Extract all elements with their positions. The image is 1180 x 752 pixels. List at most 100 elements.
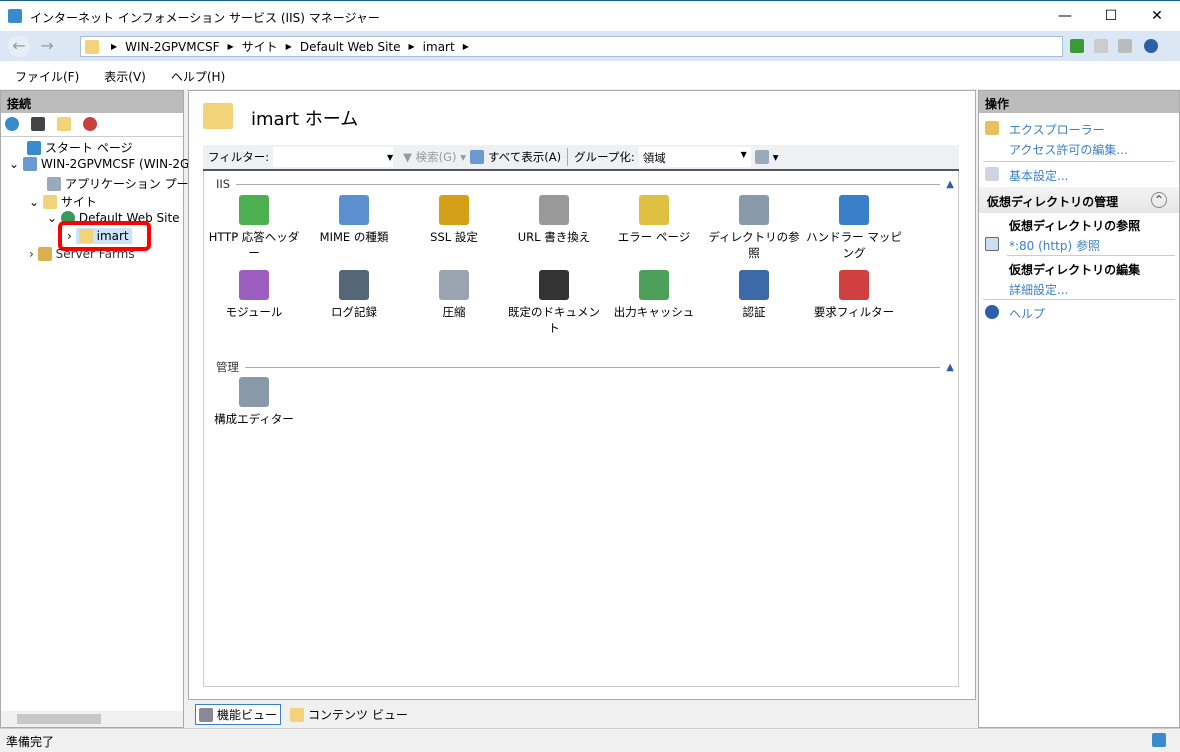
- help-link[interactable]: ヘルプ: [1009, 305, 1045, 322]
- tree-sites[interactable]: ⌄ サイト: [29, 193, 97, 210]
- disconnect-icon[interactable]: [83, 117, 97, 131]
- breadcrumb[interactable]: ▶ WIN-2GPVMCSF ▶ サイト ▶ Default Web Site …: [80, 36, 1063, 57]
- feature-item[interactable]: 出力キャッシュ: [604, 270, 704, 320]
- tree-app-pools[interactable]: アプリケーション プール: [47, 175, 201, 192]
- chevron-right-icon: ▶: [408, 42, 415, 51]
- browse-link[interactable]: *:80 (http) 参照: [1009, 237, 1100, 254]
- feature-item[interactable]: モジュール: [204, 270, 304, 320]
- server-icon: [22, 157, 37, 171]
- directory-browsing-icon: [739, 195, 769, 225]
- maximize-button[interactable]: ☐: [1088, 1, 1134, 31]
- chevron-right-icon: ▶: [227, 42, 234, 51]
- feature-item[interactable]: ハンドラー マッピング: [804, 195, 904, 261]
- app-pool-icon: [47, 177, 61, 191]
- feature-item[interactable]: 圧縮: [404, 270, 504, 320]
- chevron-right-icon: ▶: [462, 42, 469, 51]
- actions-panel: 操作 エクスプローラー アクセス許可の編集... 基本設定... 仮想ディレクト…: [978, 90, 1180, 728]
- crumb-imart[interactable]: imart: [423, 40, 455, 54]
- virtual-directory-icon: [78, 229, 93, 243]
- start-page-icon: [27, 141, 41, 155]
- save-icon[interactable]: [31, 117, 45, 131]
- menu-file[interactable]: ファイル(F): [0, 61, 89, 89]
- address-bar: ← → ▶ WIN-2GPVMCSF ▶ サイト ▶ Default Web S…: [0, 31, 1180, 61]
- feature-item[interactable]: 要求フィルター: [804, 270, 904, 320]
- tree-server[interactable]: ⌄ WIN-2GPVMCSF (WIN-2G: [9, 157, 189, 171]
- content-view-icon: [290, 708, 305, 722]
- actions-title: 操作: [979, 91, 1179, 113]
- default-document-icon: [539, 270, 569, 300]
- home-icon[interactable]: [1118, 39, 1132, 53]
- collapse-icon[interactable]: ▲: [946, 179, 954, 190]
- close-button[interactable]: ✕: [1134, 1, 1180, 31]
- stop-icon[interactable]: [1094, 39, 1108, 53]
- tab-features-view[interactable]: 機能ビュー: [195, 704, 282, 725]
- refresh-icon[interactable]: [1070, 39, 1084, 53]
- explore-icon: [985, 121, 999, 135]
- tree-imart[interactable]: › imart: [67, 228, 132, 244]
- feature-item[interactable]: 既定のドキュメント: [504, 270, 604, 336]
- feature-item[interactable]: MIME の種類: [304, 195, 404, 245]
- view-mode-button[interactable]: ▾: [754, 150, 779, 164]
- search-button[interactable]: ▼ 検索(G) ▾: [403, 149, 466, 165]
- scrollbar-thumb[interactable]: [17, 714, 101, 724]
- section-title: 管理: [216, 360, 239, 374]
- main-panel: imart ホーム フィルター: ▼ ▼ 検索(G) ▾ すべて表示(A) グル…: [188, 90, 976, 700]
- crumb-sites[interactable]: サイト: [242, 38, 278, 55]
- chevron-right-icon: ▶: [111, 42, 118, 51]
- basic-settings-link[interactable]: 基本設定...: [1009, 167, 1068, 184]
- browse-vdir-heading: 仮想ディレクトリの参照: [1009, 219, 1141, 233]
- feature-item[interactable]: 認証: [704, 270, 804, 320]
- menu-view[interactable]: 表示(V): [89, 61, 156, 89]
- feature-item[interactable]: 構成エディター: [204, 377, 304, 427]
- explore-link[interactable]: エクスプローラー: [1009, 121, 1105, 138]
- features-view-icon: [199, 708, 213, 722]
- browse-icon: [985, 237, 999, 251]
- mime-types-icon: [339, 195, 369, 225]
- filter-input[interactable]: ▼: [273, 147, 394, 167]
- group-by-select[interactable]: 領域 ▼: [638, 147, 751, 167]
- forward-button[interactable]: →: [36, 35, 58, 57]
- tree-server-farms[interactable]: › Server Farms: [29, 247, 135, 261]
- help-icon[interactable]: [1144, 39, 1158, 53]
- sites-folder-icon: [42, 195, 57, 209]
- crumb-server[interactable]: WIN-2GPVMCSF: [125, 40, 219, 54]
- menu-help[interactable]: ヘルプ(H): [156, 61, 235, 89]
- logging-icon: [339, 270, 369, 300]
- connect-icon[interactable]: [5, 117, 19, 131]
- section-header[interactable]: 管理 ▲: [216, 359, 954, 375]
- back-button[interactable]: ←: [8, 35, 30, 57]
- help-icon: [985, 305, 999, 319]
- connections-title: 接続: [1, 91, 183, 113]
- menu-bar: ファイル(F) 表示(V) ヘルプ(H): [0, 61, 1180, 89]
- section-title: IIS: [216, 177, 231, 191]
- edit-permissions-link[interactable]: アクセス許可の編集...: [1009, 141, 1128, 158]
- horizontal-scrollbar[interactable]: [1, 711, 183, 727]
- authentication-icon: [739, 270, 769, 300]
- configuration-editor-icon: [239, 377, 269, 407]
- collapse-icon[interactable]: ^: [1151, 192, 1167, 208]
- manage-vdir-heading: 仮想ディレクトリの管理: [987, 195, 1119, 209]
- edit-vdir-heading: 仮想ディレクトリの編集: [1009, 263, 1141, 277]
- feature-item[interactable]: ログ記録: [304, 270, 404, 320]
- collapse-icon[interactable]: ▲: [946, 362, 954, 373]
- handler-mappings-icon: [839, 195, 869, 225]
- connection-status-icon: [1152, 733, 1166, 747]
- output-caching-icon: [639, 270, 669, 300]
- feature-item[interactable]: ディレクトリの参照: [704, 195, 804, 261]
- feature-item[interactable]: HTTP 応答ヘッダー: [204, 195, 304, 261]
- page-title: imart ホーム: [251, 109, 359, 130]
- view-icon: [754, 150, 769, 164]
- advanced-settings-link[interactable]: 詳細設定...: [1009, 281, 1068, 298]
- tree-start-page[interactable]: スタート ページ: [27, 139, 133, 156]
- minimize-button[interactable]: —: [1042, 1, 1088, 31]
- tab-content-view[interactable]: コンテンツ ビュー: [287, 704, 411, 725]
- section-header[interactable]: IIS ▲: [216, 177, 954, 191]
- window-title: インターネット インフォメーション サービス (IIS) マネージャー: [30, 11, 380, 25]
- feature-item[interactable]: URL 書き換え: [504, 195, 604, 245]
- crumb-site[interactable]: Default Web Site: [300, 40, 401, 54]
- feature-item[interactable]: エラー ページ: [604, 195, 704, 245]
- feature-item[interactable]: SSL 設定: [404, 195, 504, 245]
- show-all-button[interactable]: すべて表示(A): [469, 149, 561, 165]
- folder-icon: [85, 39, 99, 54]
- up-folder-icon[interactable]: [57, 117, 71, 131]
